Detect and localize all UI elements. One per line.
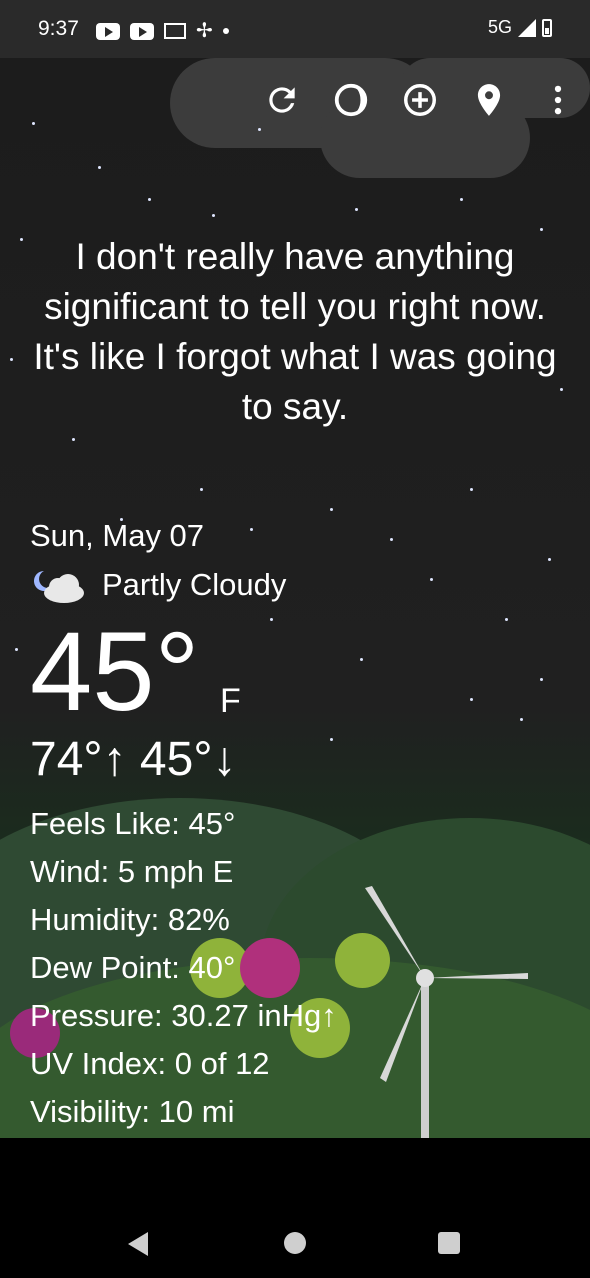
star [330, 508, 333, 511]
star [20, 238, 23, 241]
youtube-icon [130, 22, 154, 40]
detail-visibility: Visibility: 10 mi [30, 1088, 337, 1136]
recents-button[interactable] [438, 1232, 460, 1254]
star [98, 166, 101, 169]
add-location-icon [404, 84, 436, 116]
detail-label: UV Index: [30, 1046, 167, 1081]
toolbar [260, 78, 590, 122]
detail-pressure: Pressure: 30.27 inHg↑ [30, 992, 337, 1040]
star [72, 438, 75, 441]
star [540, 678, 543, 681]
star [270, 618, 273, 621]
notification-icons: ✢ [96, 20, 229, 42]
dot-icon [222, 28, 229, 34]
home-button[interactable] [284, 1232, 306, 1254]
star [360, 658, 363, 661]
detail-value: 82% [167, 902, 230, 937]
detail-value: 0 of 12 [174, 1046, 270, 1081]
detail-label: Feels Like: [30, 806, 180, 841]
detail-uv-index: UV Index: 0 of 12 [30, 1040, 337, 1088]
date-label: Sun, May 07 [30, 518, 205, 553]
detail-humidity: Humidity: 82% [30, 896, 337, 944]
star [548, 558, 551, 561]
current-temperature: 45° [30, 609, 200, 734]
location-pin-icon [477, 84, 501, 116]
condition-row: Partly Cloudy [30, 565, 286, 605]
condition-label: Partly Cloudy [102, 567, 287, 602]
star [212, 214, 215, 217]
star [355, 208, 358, 211]
detail-feels-like: Feels Like: 45° [30, 800, 337, 848]
more-vert-icon [554, 85, 562, 115]
temperature-unit: F [220, 682, 241, 720]
detail-label: Dew Point: [30, 950, 180, 985]
star [258, 128, 261, 131]
detail-dew-point: Dew Point: 40° [30, 944, 337, 992]
more-options-button[interactable] [536, 78, 580, 122]
high-low-temperature: 74°↑ 45°↓ [30, 733, 237, 786]
network-label: 5G [487, 17, 512, 37]
refresh-button[interactable] [260, 78, 304, 122]
star [540, 228, 543, 231]
battery-icon [542, 18, 552, 37]
gmail-icon [164, 23, 186, 39]
star [200, 488, 203, 491]
weather-details: Feels Like: 45° Wind: 5 mph E Humidity: … [30, 800, 337, 1136]
star [470, 698, 473, 701]
back-button[interactable] [128, 1232, 148, 1256]
detail-label: Visibility: [30, 1094, 151, 1129]
star [390, 538, 393, 541]
star [250, 528, 253, 531]
refresh-icon [269, 87, 295, 113]
detail-label: Pressure: [30, 998, 163, 1033]
theme-icon [334, 83, 368, 117]
status-bar: 9:37 ✢ 5G [0, 0, 590, 58]
detail-value: 30.27 inHg↑ [171, 998, 337, 1033]
detail-value: 40° [188, 950, 236, 985]
star [520, 718, 523, 721]
signal-icon [518, 18, 536, 37]
star [32, 122, 35, 125]
detail-label: Wind: [30, 854, 110, 889]
detail-wind: Wind: 5 mph E [30, 848, 337, 896]
star [505, 618, 508, 621]
star [330, 738, 333, 741]
star [148, 198, 151, 201]
status-right: 5G [488, 17, 552, 38]
star [15, 648, 18, 651]
theme-button[interactable] [329, 78, 373, 122]
wind-turbine [365, 886, 528, 1138]
star [460, 198, 463, 201]
star [470, 488, 473, 491]
detail-value: 45° [188, 806, 236, 841]
navigation-bar [0, 1138, 590, 1278]
partly-cloudy-night-icon [30, 565, 88, 605]
youtube-icon [96, 22, 120, 40]
add-location-button[interactable] [398, 78, 442, 122]
star [10, 358, 13, 361]
detail-value: 5 mph E [117, 854, 234, 889]
star [430, 578, 433, 581]
pinwheel-icon: ✢ [196, 20, 213, 42]
detail-value: 10 mi [158, 1094, 235, 1129]
star [560, 388, 563, 391]
weather-message: I don't really have anything significant… [33, 236, 557, 427]
location-button[interactable] [467, 78, 511, 122]
status-time: 9:37 [38, 17, 79, 40]
detail-label: Humidity: [30, 902, 160, 937]
